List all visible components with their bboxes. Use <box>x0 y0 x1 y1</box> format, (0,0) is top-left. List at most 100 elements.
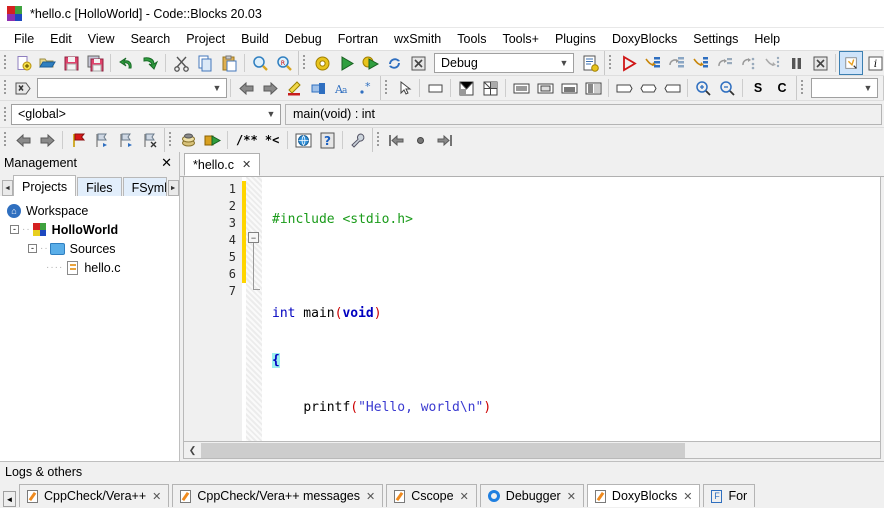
log-tab-doxyblocks[interactable]: DoxyBlocks ✕ <box>586 484 701 507</box>
align-middle-icon[interactable] <box>533 76 557 100</box>
menu-project[interactable]: Project <box>178 30 233 48</box>
close-icon[interactable]: ✕ <box>158 155 175 171</box>
copy-icon[interactable] <box>193 51 217 75</box>
tree-expander-project[interactable]: - <box>10 225 19 234</box>
open-file-icon[interactable] <box>35 51 59 75</box>
scroll-left-icon[interactable]: ❮ <box>184 443 201 458</box>
align-bottom-icon[interactable] <box>557 76 581 100</box>
redo-icon[interactable] <box>138 51 162 75</box>
close-icon[interactable]: ✕ <box>460 490 469 503</box>
log-tab-cppcheck[interactable]: CppCheck/Vera++ ✕ <box>19 484 170 507</box>
run-icon[interactable] <box>334 51 358 75</box>
tab-projects[interactable]: Projects <box>13 175 77 196</box>
doxyblocks-extract-icon[interactable] <box>176 128 200 152</box>
regex-icon[interactable]: * <box>354 76 378 100</box>
next-instruction-icon[interactable] <box>736 51 760 75</box>
bookmark-toolbar-grip[interactable] <box>1 128 8 150</box>
next-jump-icon[interactable] <box>35 128 59 152</box>
expand-right-icon[interactable] <box>660 76 684 100</box>
menu-help[interactable]: Help <box>746 30 788 48</box>
menu-wxsmith[interactable]: wxSmith <box>386 30 449 48</box>
menu-tools[interactable]: Tools <box>449 30 494 48</box>
wxsmith-toolbar-grip[interactable] <box>382 76 389 98</box>
align-fill-icon[interactable] <box>581 76 605 100</box>
editor-tab-hello-c[interactable]: *hello.c ✕ <box>184 153 261 176</box>
tree-item-workspace[interactable]: ⌂ Workspace <box>0 201 179 220</box>
next-line-icon[interactable] <box>664 51 688 75</box>
log-tab-cscope[interactable]: Cscope ✕ <box>386 484 477 507</box>
fortran-toolbar-grip[interactable] <box>374 128 381 150</box>
fold-toggle-icon[interactable]: − <box>248 232 259 243</box>
code-content[interactable]: #include <stdio.h> int main(void) { prin… <box>262 177 880 441</box>
menu-file[interactable]: File <box>6 30 42 48</box>
menu-debug[interactable]: Debug <box>277 30 330 48</box>
close-icon[interactable]: ✕ <box>567 490 576 503</box>
search-toolbar-grip[interactable] <box>1 76 8 98</box>
align-top-icon[interactable] <box>509 76 533 100</box>
panel-icon[interactable] <box>423 76 447 100</box>
log-tab-fortran[interactable]: F For <box>703 484 756 507</box>
cut-icon[interactable] <box>169 51 193 75</box>
stop-debugger-icon[interactable] <box>808 51 832 75</box>
menu-settings[interactable]: Settings <box>685 30 746 48</box>
undo-icon[interactable] <box>114 51 138 75</box>
jump-marker-icon[interactable] <box>408 128 432 152</box>
box-sizer-icon[interactable] <box>454 76 478 100</box>
debugging-windows-icon[interactable] <box>839 51 863 75</box>
debug-toolbar-grip[interactable] <box>606 51 613 73</box>
clear-bookmarks-icon[interactable] <box>138 128 162 152</box>
close-icon[interactable]: ✕ <box>683 490 692 503</box>
doxyblocks-help-icon[interactable]: ? <box>315 128 339 152</box>
doxyblocks-toolbar-grip[interactable] <box>166 128 173 150</box>
menu-doxyblocks[interactable]: DoxyBlocks <box>604 30 685 48</box>
various-info-icon[interactable]: i <box>863 51 884 75</box>
jump-back-icon[interactable] <box>384 128 408 152</box>
run-to-cursor-icon[interactable] <box>640 51 664 75</box>
menu-search[interactable]: Search <box>123 30 179 48</box>
tree-item-sources[interactable]: - ·· Sources <box>0 239 179 258</box>
build-and-run-icon[interactable] <box>358 51 382 75</box>
save-icon[interactable] <box>59 51 83 75</box>
highlight-icon[interactable] <box>282 76 306 100</box>
class-icon[interactable]: C <box>770 76 794 100</box>
fold-margin[interactable]: − <box>246 177 262 441</box>
abort-build-icon[interactable] <box>406 51 430 75</box>
zoom-in-icon[interactable] <box>691 76 715 100</box>
step-into-icon[interactable] <box>688 51 712 75</box>
step-into-instruction-icon[interactable] <box>760 51 784 75</box>
close-icon[interactable]: ✕ <box>152 490 161 503</box>
paste-icon[interactable] <box>217 51 241 75</box>
menu-build[interactable]: Build <box>233 30 277 48</box>
build-log-icon[interactable] <box>578 51 602 75</box>
close-icon[interactable]: ✕ <box>366 490 375 503</box>
tree-item-file[interactable]: ···· hello.c <box>0 258 179 277</box>
grid-sizer-icon[interactable] <box>478 76 502 100</box>
log-tab-debugger[interactable]: Debugger ✕ <box>479 484 584 507</box>
zoom-out-icon[interactable] <box>715 76 739 100</box>
replace-icon[interactable]: R <box>272 51 296 75</box>
menu-edit[interactable]: Edit <box>42 30 80 48</box>
save-all-icon[interactable] <box>83 51 107 75</box>
rebuild-icon[interactable] <box>382 51 406 75</box>
scrollbar-thumb[interactable] <box>201 442 685 458</box>
tab-files[interactable]: Files <box>77 177 122 196</box>
nav-forward-icon[interactable] <box>258 76 282 100</box>
build-icon[interactable] <box>310 51 334 75</box>
next-bookmark-icon[interactable] <box>114 128 138 152</box>
menu-tools-plus[interactable]: Tools+ <box>494 30 546 48</box>
doxyblocks-comment-icon[interactable]: /** *< <box>231 128 284 152</box>
menu-fortran[interactable]: Fortran <box>330 30 386 48</box>
function-scope-field[interactable]: main(void) : int <box>285 103 882 125</box>
tree-item-project[interactable]: - ·· HolloWorld <box>0 220 179 239</box>
source-icon[interactable]: S <box>746 76 770 100</box>
scope-combo[interactable]: <global> ▼ <box>11 103 281 125</box>
tree-expander-sources[interactable]: - <box>28 244 37 253</box>
match-case-icon[interactable]: Aa <box>330 76 354 100</box>
nav-back-icon[interactable] <box>234 76 258 100</box>
right-combo-grip[interactable] <box>798 76 805 98</box>
scope-grip[interactable] <box>1 103 8 125</box>
find-icon[interactable] <box>248 51 272 75</box>
menu-plugins[interactable]: Plugins <box>547 30 604 48</box>
doxyblocks-run-icon[interactable] <box>200 128 224 152</box>
prev-bookmark-icon[interactable] <box>90 128 114 152</box>
